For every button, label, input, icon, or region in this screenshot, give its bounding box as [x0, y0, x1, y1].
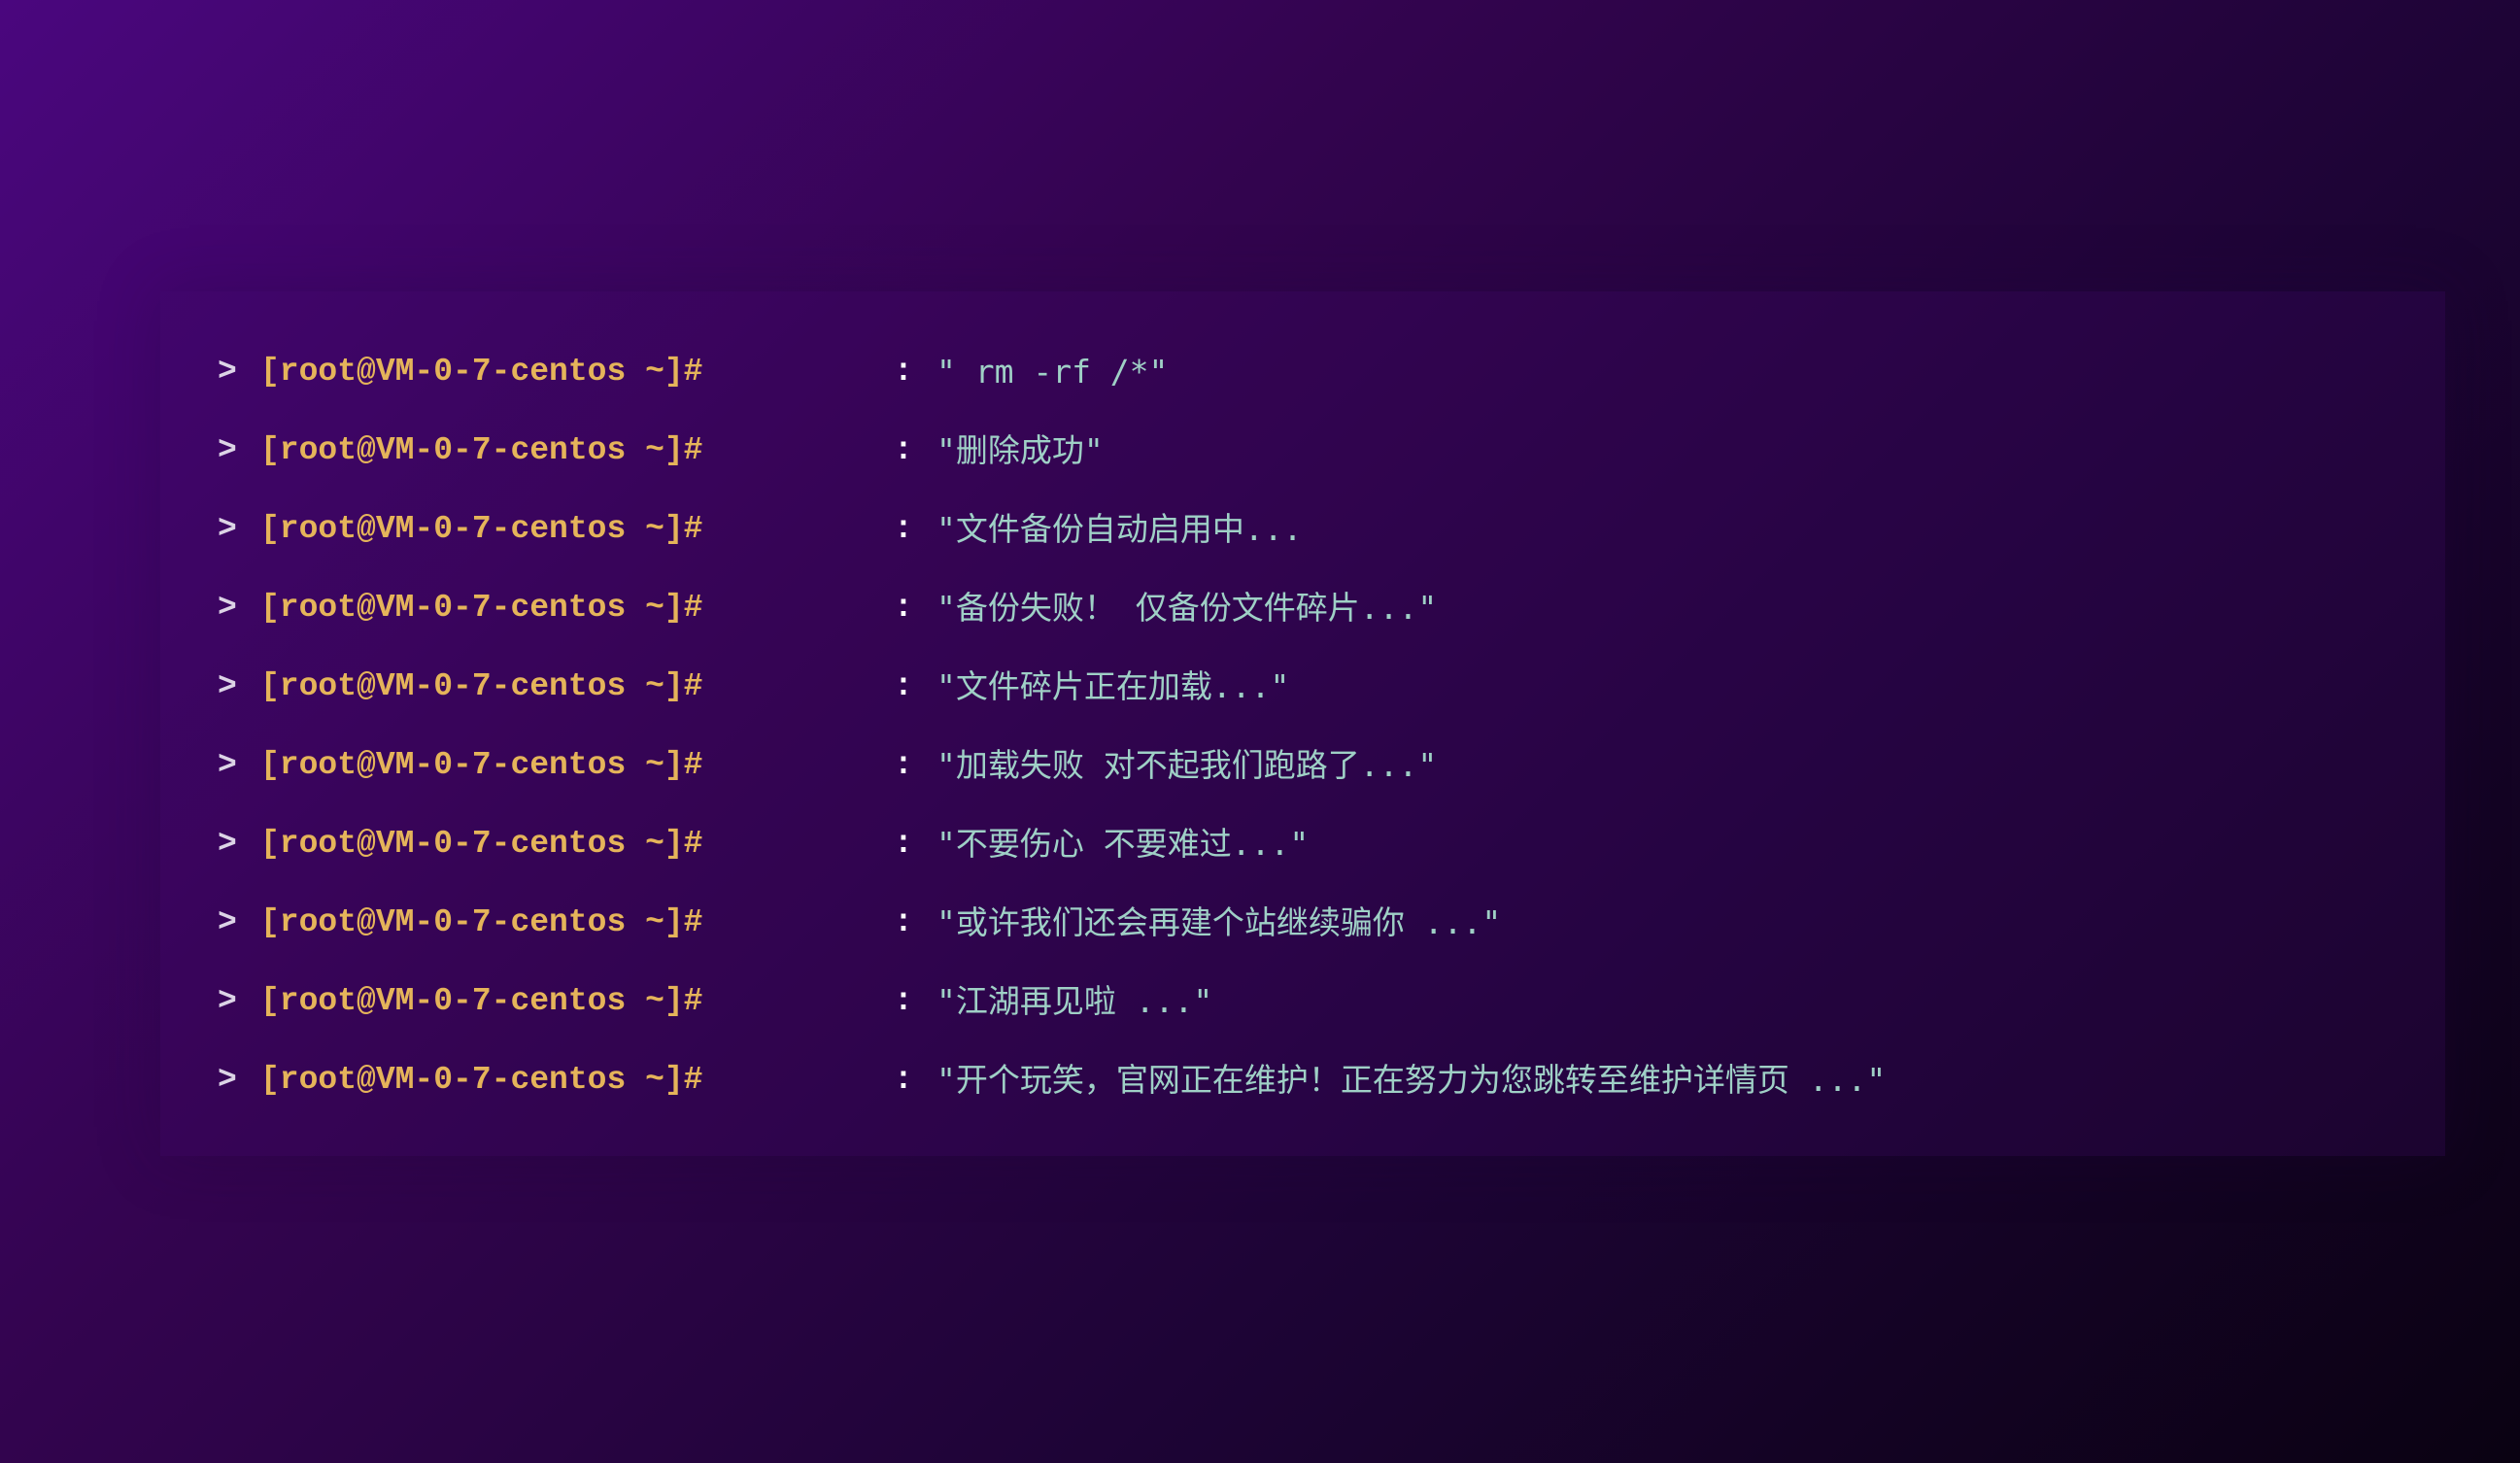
- terminal-line: > [root@VM-0-7-centos ~]# : "文件备份自动启用中..…: [160, 490, 2445, 568]
- prompt-arrow: >: [218, 668, 237, 704]
- separator: :: [894, 590, 913, 626]
- terminal-line: > [root@VM-0-7-centos ~]# : "开个玩笑，官网正在维护…: [160, 1040, 2445, 1119]
- prompt-arrow: >: [218, 1062, 237, 1098]
- terminal-message: "文件备份自动启用中...: [936, 510, 1303, 548]
- shell-prompt: [root@VM-0-7-centos ~]#: [260, 983, 703, 1019]
- prompt-arrow: >: [218, 590, 237, 626]
- separator: :: [894, 983, 913, 1019]
- terminal-panel: > [root@VM-0-7-centos ~]# : " rm -rf /*"…: [160, 291, 2445, 1156]
- shell-prompt: [root@VM-0-7-centos ~]#: [260, 747, 703, 783]
- shell-prompt: [root@VM-0-7-centos ~]#: [260, 826, 703, 862]
- shell-prompt: [root@VM-0-7-centos ~]#: [260, 511, 703, 547]
- terminal-line: > [root@VM-0-7-centos ~]# : " rm -rf /*": [160, 332, 2445, 411]
- terminal-message: "文件碎片正在加载...": [936, 667, 1290, 705]
- separator: :: [894, 826, 913, 862]
- terminal-line: > [root@VM-0-7-centos ~]# : "不要伤心 不要难过..…: [160, 804, 2445, 883]
- terminal-line: > [root@VM-0-7-centos ~]# : "备份失败！ 仅备份文件…: [160, 568, 2445, 647]
- shell-prompt: [root@VM-0-7-centos ~]#: [260, 1062, 703, 1098]
- terminal-message: "加载失败 对不起我们跑路了...": [936, 746, 1438, 784]
- terminal-message: "删除成功": [936, 431, 1104, 469]
- terminal-line: > [root@VM-0-7-centos ~]# : "文件碎片正在加载...…: [160, 647, 2445, 726]
- prompt-arrow: >: [218, 983, 237, 1019]
- terminal-message: "或许我们还会再建个站继续骗你 ...": [936, 903, 1502, 941]
- prompt-arrow: >: [218, 511, 237, 547]
- shell-prompt: [root@VM-0-7-centos ~]#: [260, 432, 703, 468]
- separator: :: [894, 668, 913, 704]
- prompt-arrow: >: [218, 826, 237, 862]
- prompt-arrow: >: [218, 432, 237, 468]
- separator: :: [894, 747, 913, 783]
- separator: :: [894, 1062, 913, 1098]
- terminal-message: "开个玩笑，官网正在维护！正在努力为您跳转至维护详情页 ...": [936, 1061, 1887, 1099]
- separator: :: [894, 904, 913, 940]
- terminal-line: > [root@VM-0-7-centos ~]# : "或许我们还会再建个站继…: [160, 883, 2445, 962]
- prompt-arrow: >: [218, 904, 237, 940]
- shell-prompt: [root@VM-0-7-centos ~]#: [260, 590, 703, 626]
- terminal-message: " rm -rf /*": [936, 353, 1169, 391]
- shell-prompt: [root@VM-0-7-centos ~]#: [260, 904, 703, 940]
- terminal-message: "备份失败！ 仅备份文件碎片...": [936, 589, 1438, 627]
- separator: :: [894, 432, 913, 468]
- shell-prompt: [root@VM-0-7-centos ~]#: [260, 668, 703, 704]
- prompt-arrow: >: [218, 747, 237, 783]
- separator: :: [894, 354, 913, 390]
- terminal-line: > [root@VM-0-7-centos ~]# : "江湖再见啦 ...": [160, 962, 2445, 1040]
- prompt-arrow: >: [218, 354, 237, 390]
- terminal-line: > [root@VM-0-7-centos ~]# : "加载失败 对不起我们跑…: [160, 726, 2445, 804]
- terminal-message: "江湖再见啦 ...": [936, 982, 1213, 1020]
- terminal-message: "不要伤心 不要难过...": [936, 825, 1310, 863]
- terminal-line: > [root@VM-0-7-centos ~]# : "删除成功": [160, 411, 2445, 490]
- separator: :: [894, 511, 913, 547]
- shell-prompt: [root@VM-0-7-centos ~]#: [260, 354, 703, 390]
